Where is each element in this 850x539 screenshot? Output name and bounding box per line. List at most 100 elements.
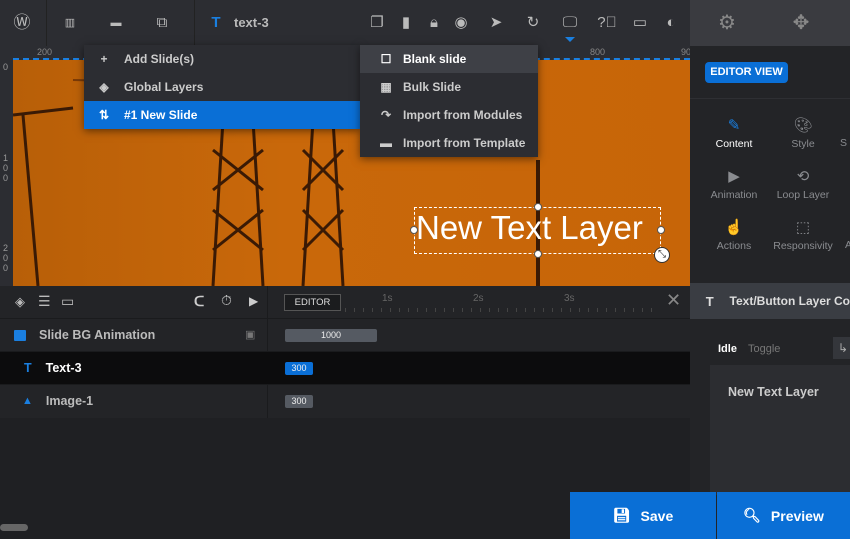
folder-icon[interactable]: ▭ bbox=[61, 293, 74, 310]
save-label: Save bbox=[640, 507, 674, 524]
plus-icon: + bbox=[100, 52, 108, 66]
resize-handle[interactable] bbox=[534, 203, 542, 211]
tab-more-2[interactable]: A bbox=[845, 218, 850, 251]
tab-responsivity[interactable]: ⬚ Responsivity bbox=[768, 218, 838, 252]
editor-toggle[interactable]: EDITOR bbox=[284, 294, 341, 311]
text-layer-selection[interactable]: New Text Layer ⤡ bbox=[410, 203, 670, 263]
help-icon[interactable]: ?⃝ bbox=[597, 13, 617, 33]
slides-icon[interactable]: ▥ bbox=[60, 13, 80, 33]
ruler-label: 200 bbox=[37, 47, 53, 57]
section-header[interactable]: T Text/Button Layer Co bbox=[690, 283, 850, 319]
menu-label: Import from Modules bbox=[403, 108, 523, 122]
return-icon[interactable]: ↳ bbox=[833, 337, 850, 359]
play-icon[interactable]: ▶ bbox=[249, 294, 258, 308]
desktop-icon[interactable]: 🖵 bbox=[560, 13, 580, 33]
state-idle[interactable]: Idle bbox=[718, 343, 737, 355]
tab-style[interactable]: 🎨︎ Style bbox=[768, 116, 838, 150]
floppy-icon: 💾︎ bbox=[612, 507, 631, 523]
top-toolbar: Ⓦ ▥ ▬ ⧉ T text-3 ❐ ▮ 🔒︎ ◉ ➤ ↻ 🖵 ?⃝ ▭ ◐ bbox=[0, 0, 690, 46]
menu-item-import-template[interactable]: ▬ Import from Template bbox=[360, 129, 538, 157]
save-button[interactable]: 💾︎ Save bbox=[570, 492, 716, 539]
ruler-label: 2 0 0 bbox=[3, 243, 9, 273]
timeline: ◈ ☰ ▭ ᑕ ⏱ ▶ EDITOR 1s 2s 3s ✕ Slide BG A… bbox=[0, 286, 690, 418]
timeline-row-selected[interactable]: T Text-3 300 bbox=[0, 351, 690, 384]
image-icon bbox=[14, 329, 26, 341]
duration-bar[interactable]: 1000 bbox=[285, 329, 377, 342]
row-name: Slide BG Animation bbox=[39, 328, 156, 342]
eye-icon[interactable]: ◉ bbox=[451, 13, 471, 33]
sort-icon: ⇅ bbox=[98, 108, 110, 122]
section-title: Text/Button Layer Co bbox=[729, 294, 850, 308]
magnet-icon[interactable]: ᑕ bbox=[194, 293, 204, 310]
menu-item-blank-slide[interactable]: ☐ Blank slide bbox=[360, 45, 538, 73]
resize-handle[interactable] bbox=[410, 226, 418, 234]
timeline-row[interactable]: ▲ Image-1 300 bbox=[0, 384, 690, 417]
list-icon[interactable]: ☰ bbox=[38, 293, 51, 310]
menu-item-add-slide[interactable]: + Add Slide(s) bbox=[84, 45, 360, 73]
undo-icon[interactable]: ↻ bbox=[523, 13, 543, 33]
scale-icon[interactable]: ⤡ bbox=[654, 247, 670, 263]
pencil-icon: ✎ bbox=[727, 117, 741, 134]
resize-handle[interactable] bbox=[657, 226, 665, 234]
tab-label: Actions bbox=[716, 240, 752, 252]
menu-label: Global Layers bbox=[124, 80, 204, 94]
tab-label: Content bbox=[715, 138, 753, 150]
tab-animation[interactable]: ▶ Animation bbox=[699, 167, 769, 201]
preview-button[interactable]: 🔍︎ Preview bbox=[717, 492, 850, 539]
add-layer-icon[interactable]: ⧉ bbox=[152, 13, 172, 33]
trash-icon[interactable]: ▮ bbox=[396, 13, 416, 33]
tab-content[interactable]: ✎ Content bbox=[699, 116, 769, 150]
tab-more[interactable]: S bbox=[840, 116, 850, 149]
media-icon[interactable]: ▣ bbox=[245, 328, 255, 341]
menu-item-slide-1[interactable]: ⇅ #1 New Slide bbox=[84, 101, 360, 129]
contrast-icon[interactable]: ◐ bbox=[661, 13, 681, 33]
ruler-left: 0 1 0 0 2 0 0 bbox=[0, 46, 13, 286]
tab-loop-layer[interactable]: ⟲ Loop Layer bbox=[768, 167, 838, 201]
row-name: Image-1 bbox=[45, 394, 94, 408]
loop-icon: ⟲ bbox=[796, 168, 810, 185]
row-name: Text-3 bbox=[45, 361, 82, 375]
tab-actions[interactable]: ☝ Actions bbox=[699, 218, 769, 252]
menu-item-import-modules[interactable]: ↷ Import from Modules bbox=[360, 101, 538, 129]
duration-bar[interactable]: 300 bbox=[285, 362, 313, 375]
menu-label: Add Slide(s) bbox=[124, 52, 195, 66]
layer-name[interactable]: text-3 bbox=[234, 15, 269, 30]
close-icon[interactable]: ✕ bbox=[666, 290, 681, 311]
text-layer-icon: T bbox=[211, 14, 221, 31]
stopwatch-icon[interactable]: ⏱ bbox=[221, 292, 232, 309]
resize-handle[interactable] bbox=[534, 250, 542, 258]
comment-icon[interactable]: ▭ bbox=[630, 13, 650, 33]
timeline-row[interactable]: Slide BG Animation ▣ 1000 bbox=[0, 318, 690, 351]
timeline-toolbar: ◈ ☰ ▭ ᑕ ⏱ ▶ EDITOR 1s 2s 3s ✕ bbox=[0, 286, 690, 318]
tick-label: 3s bbox=[564, 293, 575, 304]
menu-label: Blank slide bbox=[403, 52, 467, 66]
layers-icon[interactable]: ◈ bbox=[15, 294, 25, 310]
lock-icon[interactable]: 🔒︎ bbox=[424, 13, 444, 33]
text-icon: T bbox=[705, 293, 714, 309]
tab-label: Style bbox=[791, 138, 815, 150]
duration-bar[interactable]: 300 bbox=[285, 395, 313, 408]
text-icon: T bbox=[24, 361, 32, 375]
scrollbar[interactable] bbox=[0, 524, 28, 531]
gamepad-icon[interactable]: ✥ bbox=[791, 13, 811, 33]
menu-item-global-layers[interactable]: ◈ Global Layers bbox=[84, 73, 360, 101]
state-toggle[interactable]: Toggle bbox=[748, 343, 780, 355]
play-icon: ▶ bbox=[728, 168, 740, 185]
tab-label: Responsivity bbox=[773, 240, 833, 252]
editor-view-button[interactable]: EDITOR VIEW bbox=[705, 62, 788, 83]
menu-label: Bulk Slide bbox=[403, 80, 462, 94]
layer-image-icon[interactable]: ▬ bbox=[106, 13, 126, 33]
content-textarea[interactable]: New Text Layer bbox=[710, 365, 850, 495]
wordpress-icon[interactable]: Ⓦ bbox=[12, 13, 32, 33]
tab-label: S bbox=[840, 137, 848, 149]
duplicate-icon[interactable]: ❐ bbox=[367, 13, 387, 33]
tab-label: A bbox=[845, 239, 850, 251]
menu-label: #1 New Slide bbox=[124, 108, 198, 122]
layers-icon: ◈ bbox=[99, 80, 109, 94]
cursor-icon[interactable]: ➤ bbox=[486, 13, 506, 33]
menu-item-bulk-slide[interactable]: ▦ Bulk Slide bbox=[360, 73, 538, 101]
palette-icon: 🎨︎ bbox=[793, 117, 813, 134]
gear-icon[interactable]: ⚙ bbox=[717, 13, 737, 33]
settings-area: ⚙ ✥ bbox=[690, 0, 850, 46]
text-layer[interactable]: New Text Layer bbox=[416, 208, 643, 248]
